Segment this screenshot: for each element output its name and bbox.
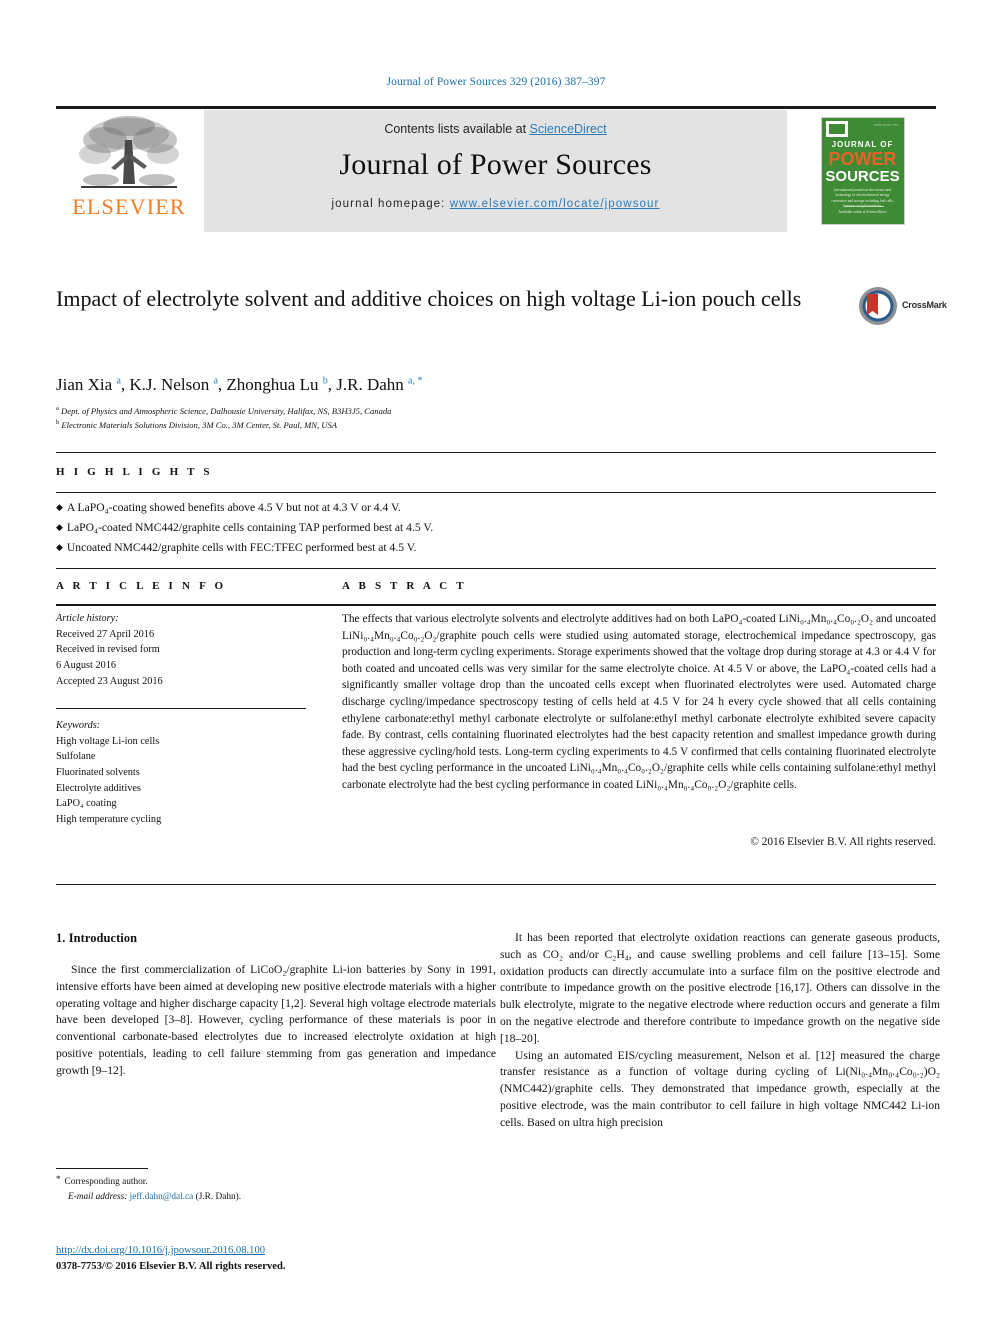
- elsevier-wordmark: ELSEVIER: [72, 194, 186, 219]
- masthead-top-rule: [56, 106, 936, 109]
- highlight-item: ◆ A LaPO₄-coating showed benefits above 4…: [56, 501, 401, 514]
- journal-cover-thumbnail[interactable]: ISSN 0378-7753 JOURNAL OF POWER SOURCES …: [789, 110, 936, 232]
- affiliation-a: a Dept. of Physics and Atmospheric Scien…: [56, 405, 392, 416]
- history-item: 6 August 2016: [56, 659, 117, 671]
- cover-divider: [843, 206, 884, 207]
- crossmark-badge[interactable]: CrossMark: [858, 286, 947, 332]
- cover-line-journal-of: JOURNAL OF: [831, 140, 894, 149]
- contents-prefix: Contents lists available at: [384, 122, 530, 136]
- info-under-rule: [56, 604, 936, 606]
- running-head: Journal of Power Sources 329 (2016) 387–…: [386, 76, 606, 88]
- cover-issn: ISSN 0378-7753: [874, 123, 899, 127]
- crossmark-icon: [859, 287, 897, 325]
- journal-homepage-link[interactable]: www.elsevier.com/locate/jpowsour: [450, 198, 660, 210]
- crossmark-label: CrossMark: [902, 300, 947, 310]
- paragraph: Using an automated EIS/cycling measureme…: [500, 1048, 940, 1129]
- highlights-top-rule: [56, 452, 936, 453]
- keyword-item: High voltage Li-ion cells: [56, 735, 160, 747]
- highlight-item: ◆ Uncoated NMC442/graphite cells with FEC…: [56, 540, 417, 554]
- highlights-heading: H I G H L I G H T S: [56, 466, 213, 478]
- section-heading-introduction: 1. Introduction: [56, 931, 138, 945]
- asterisk-icon: *: [56, 1174, 61, 1184]
- keyword-item: Fluorinated solvents: [56, 766, 140, 778]
- cover-image: ISSN 0378-7753 JOURNAL OF POWER SOURCES …: [820, 117, 905, 225]
- doi-link[interactable]: http://dx.doi.org/10.1016/j.jpowsour.201…: [56, 1245, 265, 1256]
- bullet-icon: ◆: [56, 541, 63, 552]
- paragraph: Since the first commercialization of LiC…: [56, 962, 496, 1077]
- keyword-item: Electrolyte additives: [56, 782, 141, 794]
- cover-line-power: POWER: [828, 149, 897, 169]
- article-history: Article history: Received 27 April 2016 …: [56, 611, 306, 689]
- corresponding-author-note: * Corresponding author.: [56, 1174, 148, 1187]
- affiliations: a Dept. of Physics and Atmospheric Scien…: [56, 404, 836, 433]
- elsevier-logo: ELSEVIER: [56, 110, 202, 232]
- cover-editor-line: Available online at ScienceDirect: [838, 210, 887, 214]
- body-column-right: It has been reported that electrolyte ox…: [500, 930, 940, 1132]
- history-item: Received in revised form: [56, 644, 160, 656]
- author-2: K.J. Nelson a: [129, 375, 218, 394]
- author-4: J.R. Dahn a, *: [336, 375, 423, 394]
- contents-line: Contents lists available at ScienceDirec…: [204, 122, 787, 136]
- journal-masthead: ELSEVIER Contents lists available at Sci…: [56, 106, 936, 232]
- highlights-list: ◆ A LaPO₄-coating showed benefits above 4…: [56, 498, 936, 558]
- history-label: Article history:: [56, 613, 119, 624]
- author-1: Jian Xia a: [56, 375, 121, 394]
- bullet-icon: ◆: [56, 502, 63, 512]
- issn-copyright: 0378-7753/© 2016 Elsevier B.V. All right…: [56, 1260, 286, 1272]
- email-owner: (J.R. Dahn).: [195, 1191, 242, 1202]
- email-link[interactable]: jeff.dahn@dal.ca: [130, 1192, 194, 1202]
- keywords-label: Keywords:: [56, 720, 101, 731]
- journal-homepage-line: journal homepage: www.elsevier.com/locat…: [204, 198, 787, 210]
- paragraph: It has been reported that electrolyte ox…: [500, 931, 940, 1045]
- article-title: Impact of electrolyte solvent and additi…: [56, 286, 802, 311]
- journal-title: Journal of Power Sources: [339, 148, 652, 181]
- keyword-item: High temperature cycling: [56, 813, 162, 825]
- history-item: Accepted 23 August 2016: [56, 675, 163, 687]
- body-column-left: 1. Introduction Since the first commerci…: [56, 930, 496, 1080]
- homepage-prefix: journal homepage:: [331, 198, 450, 210]
- cover-line-sources: SOURCES: [825, 168, 900, 185]
- info-top-rule: [56, 568, 936, 569]
- keyword-item: LaPO₄ coating: [56, 798, 117, 810]
- abstract-copyright: © 2016 Elsevier B.V. All rights reserved…: [750, 836, 936, 848]
- author-3: Zhonghua Lu b: [226, 375, 328, 394]
- affiliation-b: b Electronic Materials Solutions Divisio…: [56, 419, 338, 431]
- keyword-item: Sulfolane: [56, 751, 96, 763]
- keywords-block: Keywords: High voltage Li-ion cells Sulf…: [56, 718, 306, 827]
- keywords-rule: [56, 708, 306, 709]
- highlight-item: ◆ LaPO₄-coated NMC442/graphite cells cont…: [56, 520, 434, 534]
- cover-publisher-mark: [825, 121, 848, 137]
- abstract-text: The effects that various electrolyte sol…: [342, 613, 936, 791]
- article-info-heading: A R T I C L E I N F O: [56, 580, 227, 592]
- doi-block: http://dx.doi.org/10.1016/j.jpowsour.201…: [56, 1243, 496, 1275]
- bullet-icon: ◆: [56, 521, 63, 532]
- email-label: E-mail address:: [68, 1191, 128, 1202]
- sciencedirect-link[interactable]: ScienceDirect: [530, 122, 607, 136]
- abstract-bottom-rule: [56, 884, 936, 885]
- highlights-under-rule: [56, 492, 936, 493]
- elsevier-tree-icon: [79, 116, 179, 188]
- article-first-page: Journal of Power Sources 329 (2016) 387–…: [0, 0, 992, 1323]
- footnote-rule: [56, 1168, 148, 1169]
- email-note: E-mail address: jeff.dahn@dal.ca (J.R. D…: [56, 1190, 496, 1205]
- footnote-block: * Corresponding author. E-mail address: j…: [56, 1172, 496, 1205]
- author-list: Jian Xia a, K.J. Nelson a, Zhonghua Lu b…: [56, 375, 423, 394]
- abstract-heading: A B S T R A C T: [342, 580, 467, 592]
- history-item: Received 27 April 2016: [56, 628, 155, 640]
